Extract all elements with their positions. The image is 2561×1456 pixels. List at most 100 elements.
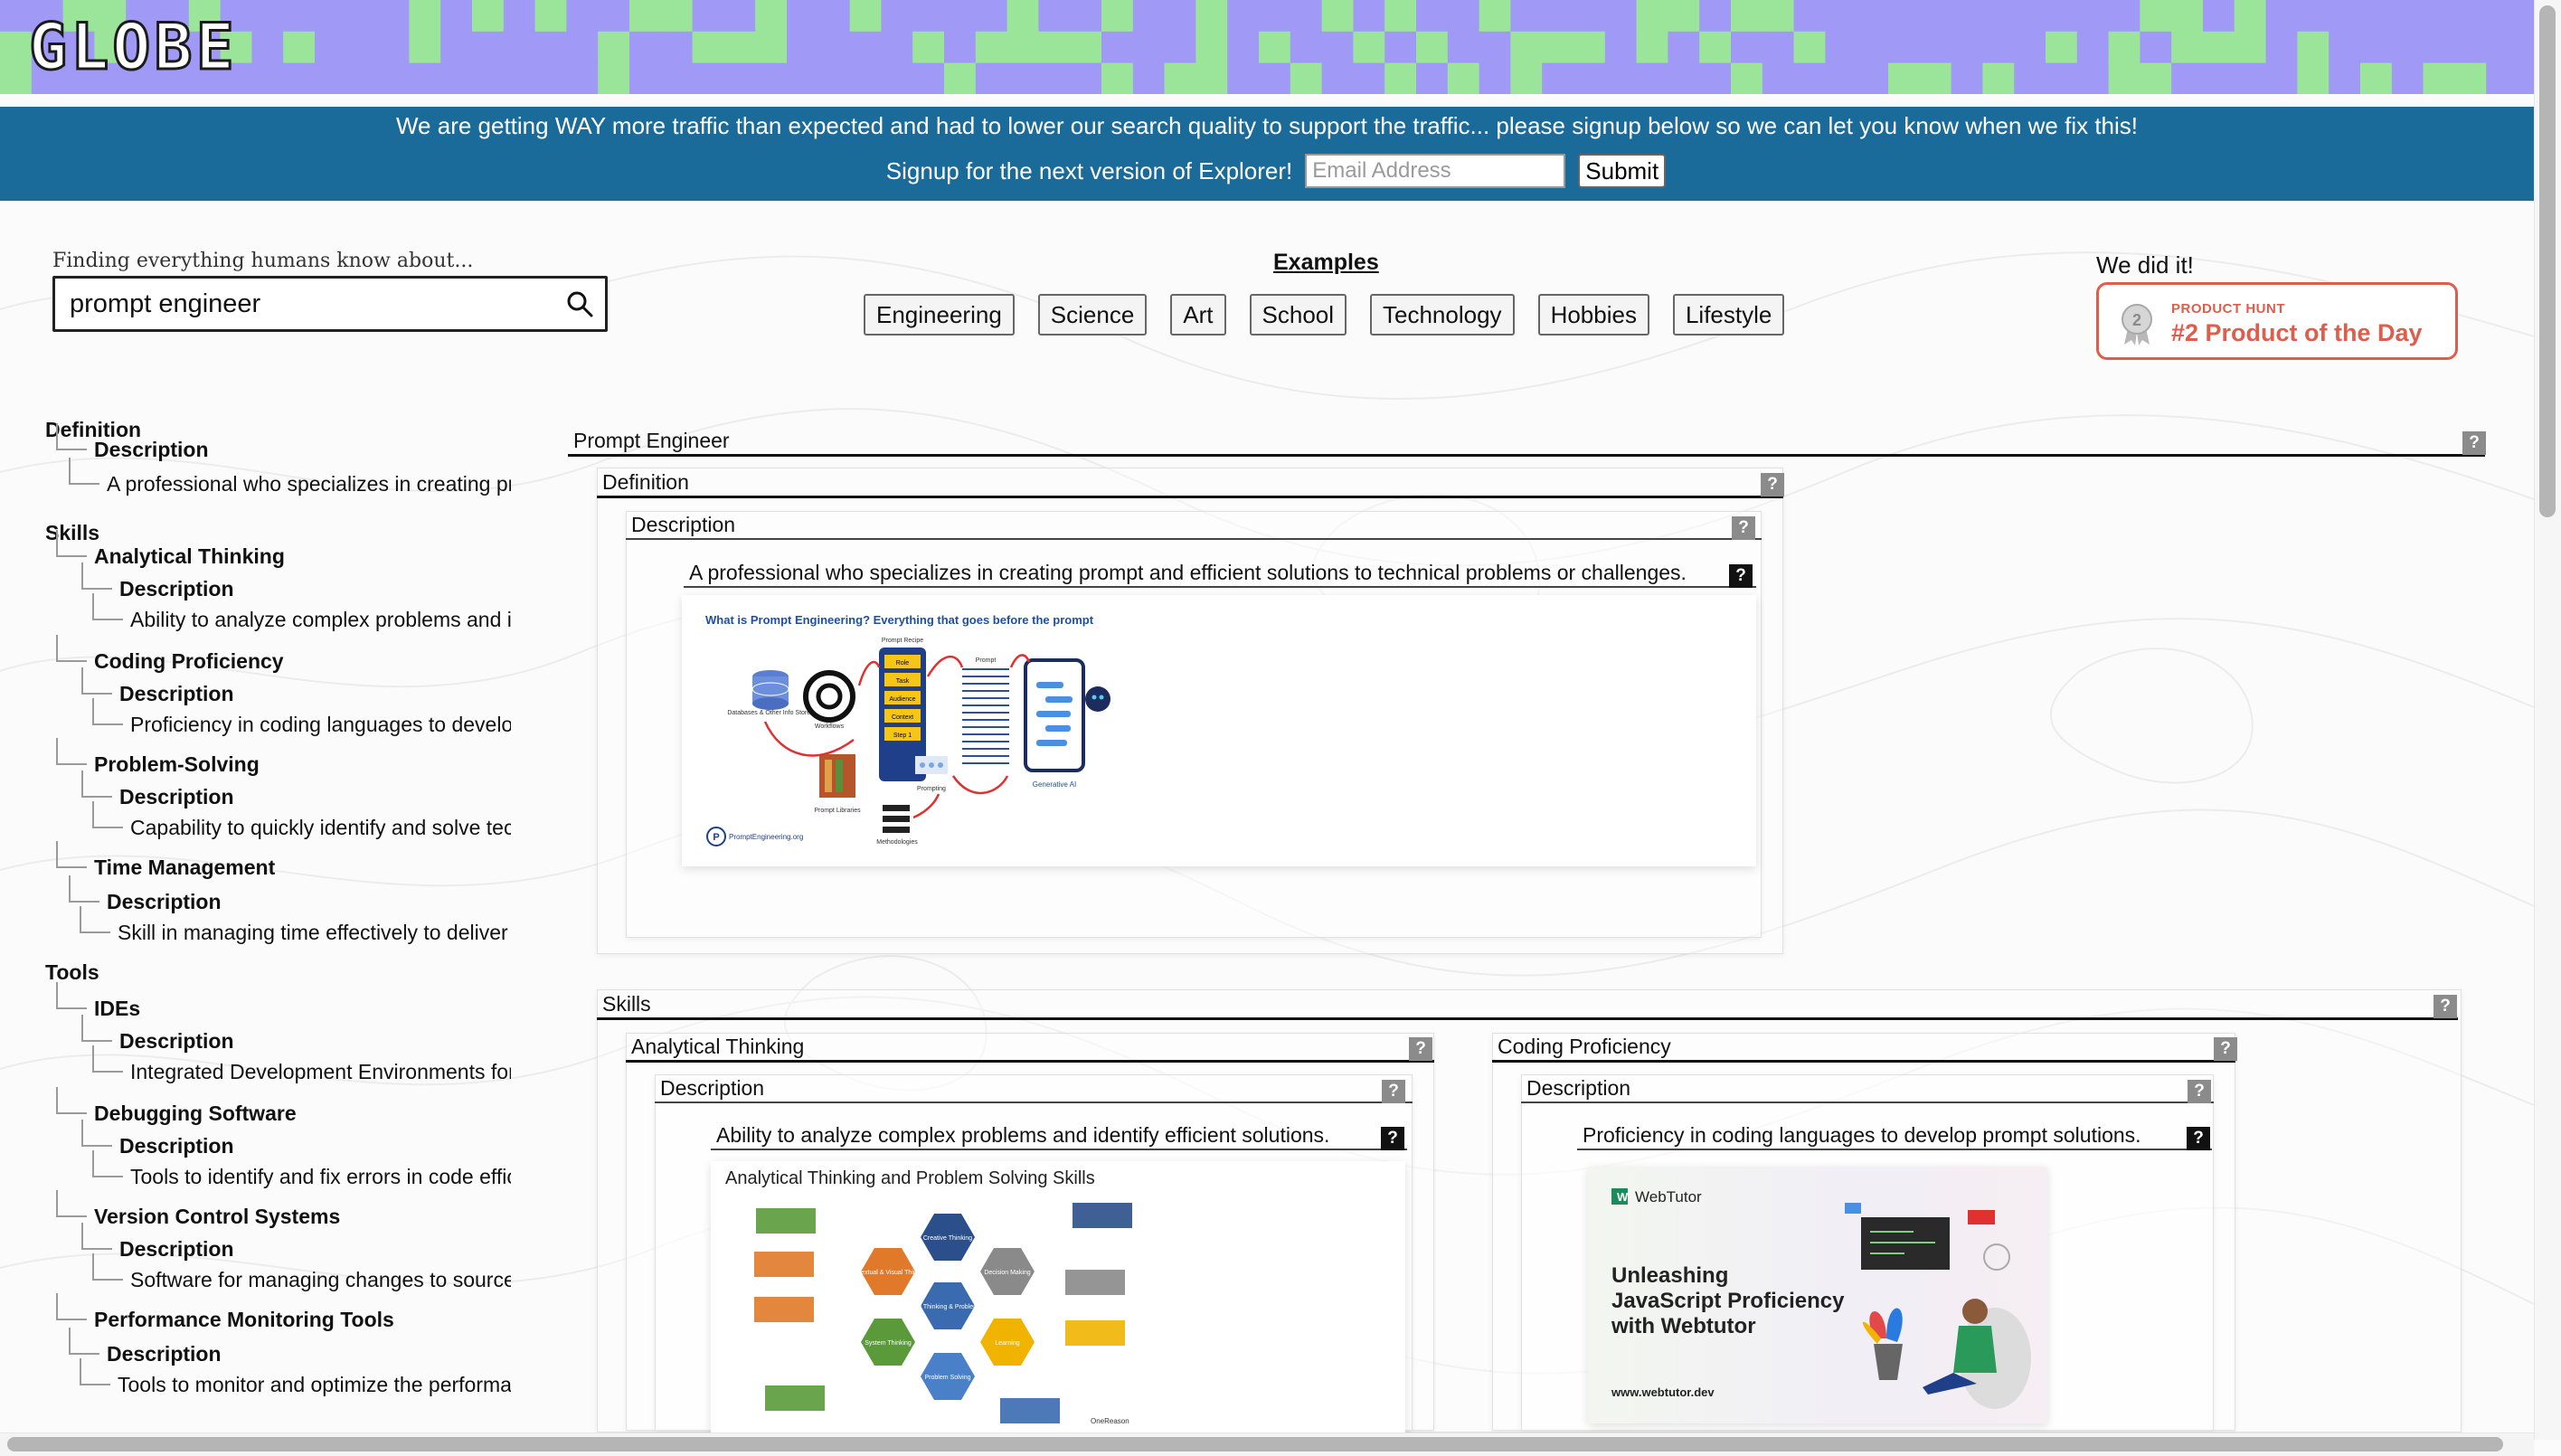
skill-callout-box (1000, 1398, 1060, 1423)
skill-callout-box (756, 1208, 816, 1234)
analytical-description-title[interactable]: Description (655, 1074, 1413, 1103)
signup-row: Signup for the next version of Explorer!… (0, 154, 2534, 188)
search-icon[interactable] (565, 289, 594, 318)
skill-hexagon-label: Creative Thinking (923, 1235, 972, 1242)
tree-node[interactable]: Description (119, 783, 511, 810)
definition-description-help-icon[interactable]: ? (1732, 516, 1755, 540)
tree-connector (56, 1087, 87, 1114)
coding-help-icon[interactable]: ? (2214, 1037, 2237, 1061)
horizontal-scroll-thumb[interactable] (7, 1437, 2503, 1451)
analytical-help-icon[interactable]: ? (1409, 1037, 1432, 1061)
tree-node[interactable]: Version Control Systems (94, 1203, 511, 1230)
skills-title[interactable]: Skills (597, 990, 2458, 1020)
medal-number: 2 (2132, 311, 2141, 329)
tree-leaf[interactable]: Integrated Development Environments for … (130, 1058, 511, 1085)
analytical-image-footer: OneReason (1091, 1417, 1129, 1425)
analytical-text: Ability to analyze complex problems and … (711, 1121, 1407, 1150)
tree-node[interactable]: Description (119, 1027, 511, 1054)
vertical-scroll-thumb[interactable] (2539, 5, 2556, 517)
analytical-title[interactable]: Analytical Thinking (626, 1033, 1434, 1063)
analytical-hex-diagram: Creative Thinking Contextual & Visual Thi… (754, 1203, 1132, 1425)
tree-connector (92, 1253, 123, 1281)
search-input[interactable] (70, 286, 540, 322)
tree-leaf[interactable]: Software for managing changes to source … (130, 1266, 511, 1293)
example-chip[interactable]: Engineering (864, 294, 1015, 336)
tree-leaf[interactable]: Tools to identify and fix errors in code… (130, 1163, 511, 1190)
example-chip[interactable]: Technology (1370, 294, 1515, 336)
clock-icon (1983, 1243, 2010, 1271)
definition-text-help-icon[interactable]: ? (1729, 564, 1753, 588)
tree-node[interactable]: IDEs (94, 995, 511, 1022)
prompt-engineering-illustration: What is Prompt Engineering? Everything t… (705, 613, 1110, 846)
coding-description-help-icon[interactable]: ? (2188, 1080, 2211, 1103)
prompt-engineering-diagram[interactable]: What is Prompt Engineering? Everything t… (682, 595, 1756, 866)
definition-help-icon[interactable]: ? (1761, 473, 1784, 496)
coding-title[interactable]: Coding Proficiency (1492, 1033, 2235, 1063)
webtutor-headline-2: JavaScript Proficiency (1611, 1289, 1845, 1313)
tree-leaf[interactable]: Ability to analyze complex problems and … (130, 606, 511, 633)
tree-node[interactable]: Description (107, 1340, 511, 1367)
tree-node[interactable]: Performance Monitoring Tools (94, 1306, 511, 1333)
skill-hexagon-label: Learning (995, 1340, 1019, 1347)
we-did-it-label: We did it! (2096, 251, 2194, 279)
webtutor-url: www.webtutor.dev (1611, 1385, 1715, 1399)
analytical-text-help-icon[interactable]: ? (1381, 1127, 1404, 1150)
email-field[interactable] (1305, 154, 1566, 188)
svg-text:P: P (713, 832, 719, 843)
tree-leaf[interactable]: Proficiency in coding languages to devel… (130, 711, 511, 738)
skill-callout-box (754, 1252, 814, 1277)
tree-leaf[interactable]: Skill in managing time effectively to de… (118, 919, 511, 946)
tree-leaf[interactable]: Capability to quickly identify and solve… (130, 814, 511, 841)
submit-button[interactable]: Submit (1578, 154, 1667, 188)
gear-icon (803, 670, 855, 723)
tree-leaf[interactable]: Tools to monitor and optimize the perfor… (118, 1371, 511, 1398)
tree-node[interactable]: Description (119, 1235, 511, 1262)
recipe-row-label: Audience (889, 696, 915, 703)
definition-title[interactable]: Definition (597, 468, 1783, 498)
tree-node[interactable]: Analytical Thinking (94, 543, 511, 570)
tree-connector (80, 906, 110, 933)
diagram-title: What is Prompt Engineering? Everything t… (705, 613, 1094, 627)
tree-node[interactable]: Time Management (94, 854, 511, 881)
analytical-description-help-icon[interactable]: ? (1382, 1080, 1405, 1103)
tree-connector (56, 738, 87, 765)
tree-connector (81, 771, 112, 798)
tree-node[interactable]: Description (94, 436, 511, 463)
coding-description-title[interactable]: Description (1521, 1074, 2214, 1103)
diagram-label-db: Databases & Other Info Stores (727, 710, 814, 716)
tree-connector (81, 563, 112, 590)
medal-icon: 2 (2122, 304, 2152, 345)
tree-node[interactable]: Description (119, 1132, 511, 1159)
tree-connector (56, 982, 87, 1009)
tree-leaf[interactable]: A professional who specializes in creati… (107, 470, 511, 497)
webtutor-image[interactable]: W WebTutor Unleashing JavaScript Profici… (1588, 1167, 2047, 1423)
prompt-doc-icon (962, 668, 1009, 764)
recipe-row-label: Context (892, 714, 913, 721)
tree-node[interactable]: Problem-Solving (94, 751, 511, 778)
tree-node[interactable]: Description (107, 888, 511, 915)
coding-text-help-icon[interactable]: ? (2187, 1127, 2210, 1150)
root-help-icon[interactable]: ? (2462, 431, 2486, 455)
example-chip[interactable]: Hobbies (1537, 294, 1649, 336)
tree-node[interactable]: Debugging Software (94, 1100, 511, 1127)
definition-description-title[interactable]: Description (626, 511, 1762, 540)
analytical-skills-image[interactable]: Analytical Thinking and Problem Solving … (711, 1161, 1405, 1432)
webtutor-brand: WebTutor (1635, 1188, 1702, 1205)
example-chip[interactable]: Lifestyle (1672, 294, 1785, 336)
example-chip[interactable]: School (1249, 294, 1347, 336)
tree-node[interactable]: Coding Proficiency (94, 648, 511, 675)
skills-help-icon[interactable]: ? (2433, 995, 2457, 1018)
product-hunt-badge[interactable]: 2 PRODUCT HUNT #2 Product of the Day (2096, 282, 2458, 360)
example-chip[interactable]: Art (1170, 294, 1226, 336)
tree-connector (69, 875, 99, 903)
tree-node[interactable]: Tools (45, 959, 511, 986)
traffic-banner: We are getting WAY more traffic than exp… (0, 107, 2534, 201)
site-logo[interactable]: GLOBE (28, 12, 238, 83)
robot-icon (1085, 686, 1110, 712)
example-chip[interactable]: Science (1037, 294, 1148, 336)
header-banner: GLOBE (0, 0, 2534, 94)
tree-node[interactable]: Description (119, 680, 511, 707)
root-title[interactable]: Prompt Engineer (568, 427, 2485, 457)
banner-message: We are getting WAY more traffic than exp… (395, 112, 2139, 139)
tree-node[interactable]: Description (119, 575, 511, 602)
